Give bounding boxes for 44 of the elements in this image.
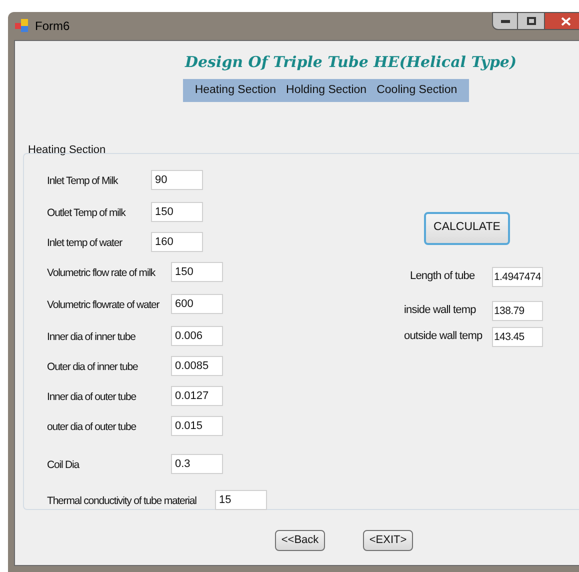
menu-item[interactable]: Holding Section [286,82,367,100]
nav-button[interactable]: <<Back [275,530,325,550]
field-label: Outlet Temp of milk [47,206,126,218]
input-field[interactable]: 160 [151,232,203,252]
window-title: Form6 [35,18,70,35]
field-label: outer dia of outer tube [47,420,136,432]
input-field[interactable]: 0.0085 [171,356,223,376]
field-label: Coil Dia [47,458,79,470]
menu-item[interactable]: Heating Section [194,82,276,100]
result-label: Length of tube [409,269,476,284]
field-label: Inlet Temp of Milk [47,174,118,186]
input-field[interactable]: 0.006 [171,326,223,346]
result-label: outside wall temp [404,329,484,344]
field-label: Volumetric flow rate of milk [47,266,156,278]
result-label: inside wall temp [404,303,477,318]
result-field[interactable]: 1.4947474 [492,266,543,286]
field-label: Volumetric flowrate of water [47,298,160,310]
menu-item[interactable]: Cooling Section [376,82,458,100]
minimize-button[interactable] [492,12,518,30]
field-label: Inlet temp of water [47,236,122,248]
field-label: Inner dia of outer tube [47,390,136,402]
field-label: Outer dia of inner tube [47,360,138,372]
input-field[interactable]: 600 [171,294,223,314]
form-heading: Design Of Triple Tube HE(Helical Type) [185,53,517,71]
input-field[interactable]: 150 [171,262,223,282]
maximize-icon [526,17,536,25]
input-field[interactable]: 0.0127 [171,386,223,406]
calculate-button[interactable]: CALCULATE [424,212,510,244]
close-icon [561,16,571,26]
group-title: Heating Section [28,143,106,158]
nav-button[interactable]: <EXIT> [363,530,413,550]
input-field[interactable]: 150 [151,202,203,222]
input-field[interactable]: 0.3 [171,454,223,474]
app-icon [15,19,29,33]
input-field[interactable]: 90 [151,170,203,190]
field-label: Thermal conductivity of tube material [47,494,196,506]
result-field[interactable]: 138.79 [492,300,543,320]
field-label: Inner dia of inner tube [47,330,136,342]
maximize-button[interactable] [518,12,544,30]
result-field[interactable]: 143.45 [492,326,543,346]
close-button[interactable] [544,12,579,30]
input-field[interactable]: 0.015 [171,416,223,436]
minimize-icon [500,20,510,22]
input-field[interactable]: 15 [215,490,267,510]
